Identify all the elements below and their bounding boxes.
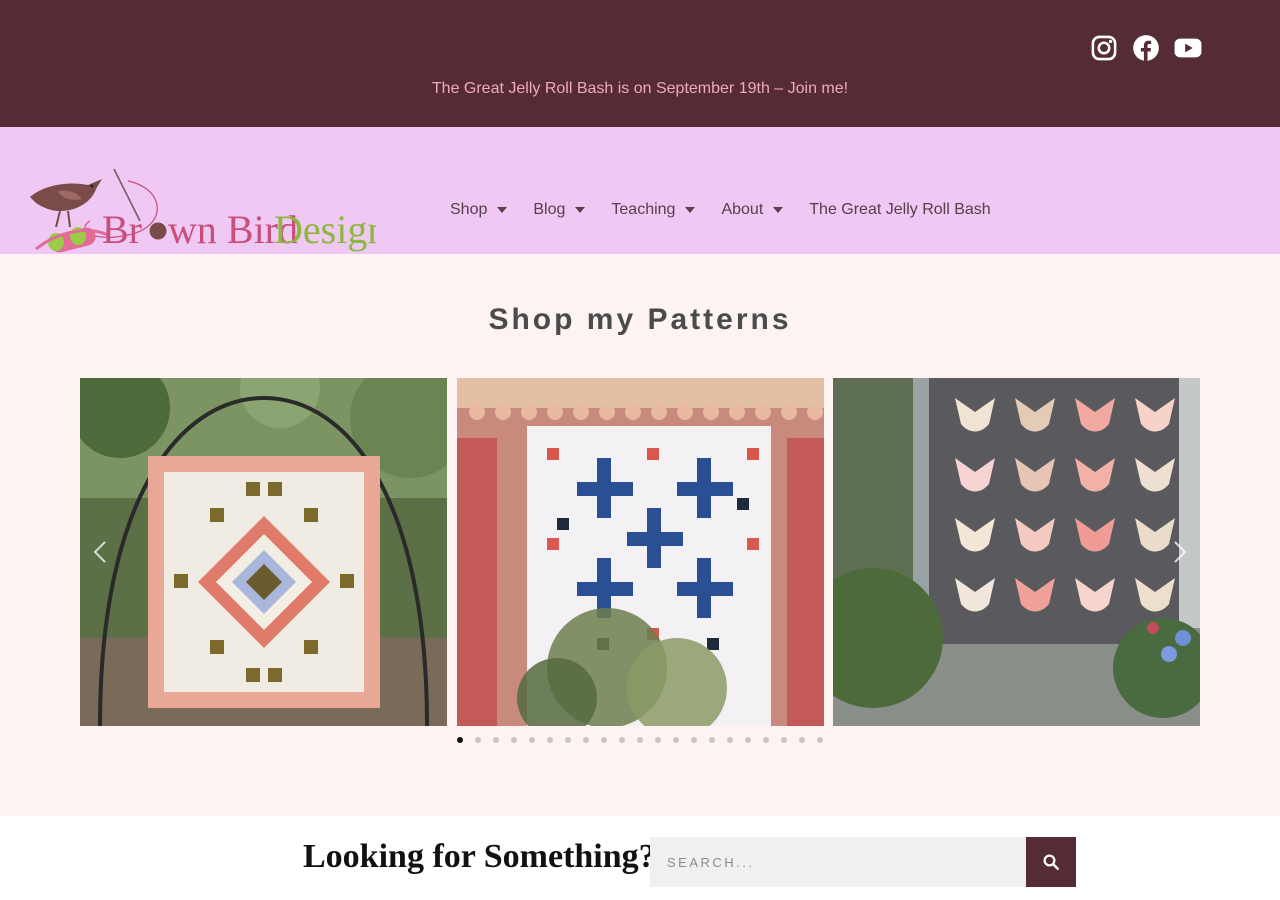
social-links	[1090, 34, 1202, 62]
section-title: Shop my Patterns	[488, 303, 792, 336]
nav-item-about[interactable]: About	[721, 201, 784, 219]
instagram-link[interactable]	[1090, 34, 1118, 62]
nav-item-blog[interactable]: Blog	[533, 201, 586, 219]
announcement-link[interactable]: The Great Jelly Roll Bash is on Septembe…	[0, 80, 1280, 98]
youtube-icon	[1174, 38, 1202, 58]
carousel-dot[interactable]	[673, 737, 679, 743]
carousel-dot[interactable]	[601, 737, 607, 743]
site-header: Br wn Bird Designs Shop Blog Teaching Ab…	[0, 127, 1280, 254]
nav-item-label: Teaching	[611, 201, 676, 218]
carousel-dot[interactable]	[745, 737, 751, 743]
youtube-link[interactable]	[1174, 34, 1202, 62]
carousel-pagination	[457, 737, 823, 743]
nav-item-label: About	[721, 201, 764, 218]
carousel-dot[interactable]	[493, 737, 499, 743]
carousel-dot[interactable]	[457, 737, 463, 743]
caret-down-icon	[773, 207, 784, 213]
carousel-dot[interactable]	[565, 737, 571, 743]
carousel-dot[interactable]	[475, 737, 481, 743]
main-nav: Shop Blog Teaching About The Great Jelly…	[450, 201, 1017, 219]
carousel-dot[interactable]	[529, 737, 535, 743]
site-logo[interactable]: Br wn Bird Designs	[16, 163, 403, 257]
chevron-right-icon	[1174, 541, 1187, 563]
nav-item-jelly-roll-bash[interactable]: The Great Jelly Roll Bash	[809, 201, 990, 219]
carousel-dot[interactable]	[709, 737, 715, 743]
nav-item-label: The Great Jelly Roll Bash	[809, 201, 991, 218]
carousel-prev-arrow[interactable]	[92, 540, 108, 564]
carousel-dot[interactable]	[763, 737, 769, 743]
search-button[interactable]	[1026, 837, 1076, 887]
quilt-photo-pinwheel	[457, 378, 824, 726]
nav-item-shop[interactable]: Shop	[450, 201, 508, 219]
announcement-bar: The Great Jelly Roll Bash is on Septembe…	[0, 0, 1280, 127]
svg-text:Br: Br	[102, 207, 142, 252]
quilt-photo-medallion	[80, 378, 447, 726]
nav-item-label: Shop	[450, 201, 488, 218]
carousel-dot[interactable]	[781, 737, 787, 743]
carousel-dot[interactable]	[727, 737, 733, 743]
search-heading: Looking for Something?	[303, 838, 656, 875]
brown-bird-logo: Br wn Bird Designs	[30, 168, 403, 253]
caret-down-icon	[685, 207, 696, 213]
carousel-dot[interactable]	[691, 737, 697, 743]
carousel-dot[interactable]	[619, 737, 625, 743]
facebook-icon	[1133, 35, 1159, 61]
carousel-next-arrow[interactable]	[1172, 540, 1188, 564]
carousel-dot[interactable]	[637, 737, 643, 743]
carousel-slide-3[interactable]	[833, 378, 1200, 726]
facebook-link[interactable]	[1132, 34, 1160, 62]
search-icon	[1043, 854, 1059, 870]
carousel-dot[interactable]	[817, 737, 823, 743]
carousel-dot[interactable]	[511, 737, 517, 743]
carousel-slide-1[interactable]	[80, 378, 447, 726]
instagram-icon	[1091, 35, 1117, 61]
chevron-left-icon	[93, 541, 106, 563]
carousel-dot[interactable]	[655, 737, 661, 743]
quilt-photo-birds	[833, 378, 1200, 726]
nav-item-label: Blog	[533, 201, 566, 218]
search-input[interactable]	[650, 837, 1026, 887]
carousel-dot[interactable]	[547, 737, 553, 743]
pattern-carousel	[80, 378, 1200, 726]
svg-text:Designs: Designs	[274, 207, 376, 252]
carousel-dot[interactable]	[799, 737, 805, 743]
carousel-dot[interactable]	[583, 737, 589, 743]
caret-down-icon	[575, 207, 586, 213]
nav-item-teaching[interactable]: Teaching	[611, 201, 696, 219]
caret-down-icon	[497, 207, 508, 213]
carousel-slide-2[interactable]	[457, 378, 824, 726]
